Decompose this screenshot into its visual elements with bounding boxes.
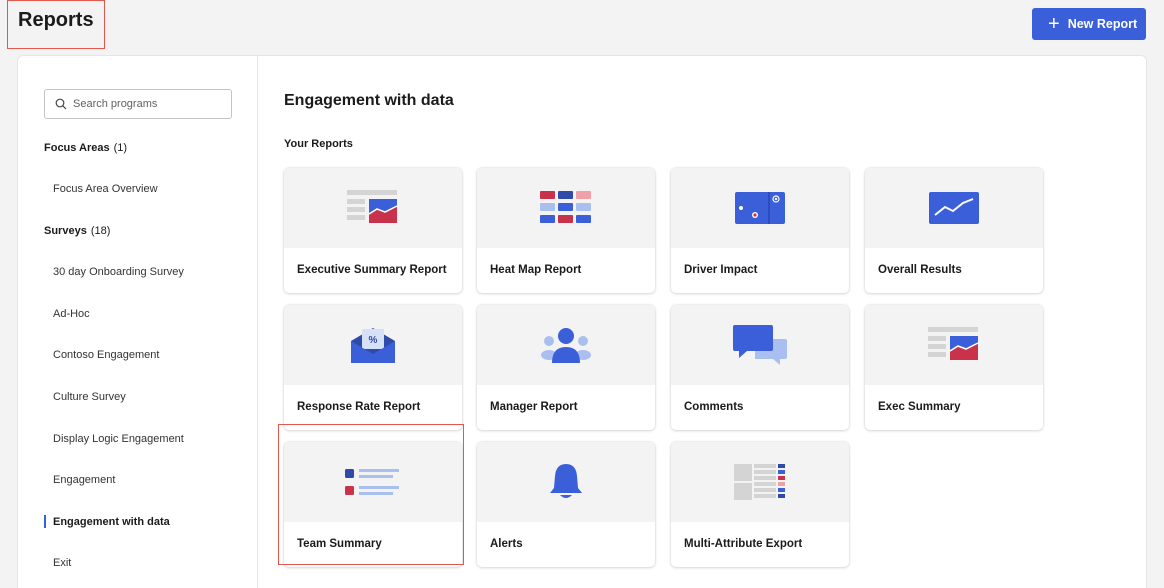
alerts-icon <box>550 464 582 498</box>
comments-icon <box>733 325 787 365</box>
card-label: Multi-Attribute Export <box>684 538 803 550</box>
surveys-count: (18) <box>90 225 111 237</box>
your-reports-label: Your Reports <box>284 138 353 150</box>
sidebar-item-contoso-engagement[interactable]: Contoso Engagement <box>53 349 159 361</box>
executive-summary-icon <box>347 190 398 223</box>
focus-areas-heading: Focus Areas (1) <box>44 142 127 154</box>
report-card-heat-map[interactable]: Heat Map Report <box>477 168 655 293</box>
sidebar-item-engagement-with-data[interactable]: Engagement with data <box>53 516 170 528</box>
report-card-comments[interactable]: Comments <box>671 305 849 430</box>
focus-areas-label: Focus Areas <box>44 142 110 154</box>
report-card-response-rate[interactable]: % Response Rate Report <box>284 305 462 430</box>
svg-text:%: % <box>369 335 378 346</box>
surveys-label: Surveys <box>44 225 87 237</box>
report-card-alerts[interactable]: Alerts <box>477 442 655 567</box>
card-label: Response Rate Report <box>297 401 421 413</box>
card-label: Driver Impact <box>684 264 758 276</box>
search-input[interactable] <box>73 98 223 110</box>
new-report-label: New Report <box>1067 17 1138 31</box>
sidebar-item-display-logic[interactable]: Display Logic Engagement <box>53 433 184 445</box>
card-label: Overall Results <box>878 264 962 276</box>
card-label: Exec Summary <box>878 401 961 413</box>
sidebar-item-exit[interactable]: Exit <box>53 557 71 569</box>
sidebar-item-focus-area-overview[interactable]: Focus Area Overview <box>53 183 158 195</box>
card-label: Comments <box>684 401 744 413</box>
report-card-executive-summary[interactable]: Executive Summary Report <box>284 168 462 293</box>
report-card-manager-report[interactable]: Manager Report <box>477 305 655 430</box>
report-card-exec-summary[interactable]: Exec Summary <box>865 305 1043 430</box>
card-label: Alerts <box>490 538 523 550</box>
overall-results-icon <box>929 192 979 224</box>
main-title: Engagement with data <box>284 92 454 109</box>
heat-map-icon <box>540 191 591 223</box>
multi-attribute-export-icon <box>734 464 785 500</box>
page-title: Reports <box>18 9 94 31</box>
report-card-overall-results[interactable]: Overall Results <box>865 168 1043 293</box>
new-report-button[interactable]: + New Report <box>1032 8 1146 40</box>
card-label: Executive Summary Report <box>297 264 447 276</box>
manager-report-icon <box>541 328 591 363</box>
active-indicator <box>44 515 46 528</box>
driver-impact-icon <box>735 192 785 224</box>
sidebar: Focus Areas(1) Focus Area Overview Surve… <box>18 56 258 588</box>
surveys-heading: Surveys (18) <box>44 225 110 237</box>
team-summary-highlight <box>278 424 464 565</box>
sidebar-item-ad-hoc[interactable]: Ad-Hoc <box>53 308 90 320</box>
sidebar-item-30-day-onboarding[interactable]: 30 day Onboarding Survey <box>53 266 184 278</box>
exec-summary-icon <box>928 327 979 360</box>
focus-areas-count: (1) <box>113 142 128 154</box>
plus-icon: + <box>1048 13 1060 35</box>
sidebar-item-culture-survey[interactable]: Culture Survey <box>53 391 126 403</box>
response-rate-icon: % <box>351 328 395 363</box>
report-card-multi-attribute-export[interactable]: Multi-Attribute Export <box>671 442 849 567</box>
search-field[interactable] <box>44 89 232 119</box>
card-label: Heat Map Report <box>490 264 582 276</box>
reports-panel: Focus Areas(1) Focus Area Overview Surve… <box>17 55 1147 588</box>
card-label: Manager Report <box>490 401 578 413</box>
sidebar-item-engagement[interactable]: Engagement <box>53 474 115 486</box>
search-icon <box>55 98 67 110</box>
report-card-driver-impact[interactable]: Driver Impact <box>671 168 849 293</box>
